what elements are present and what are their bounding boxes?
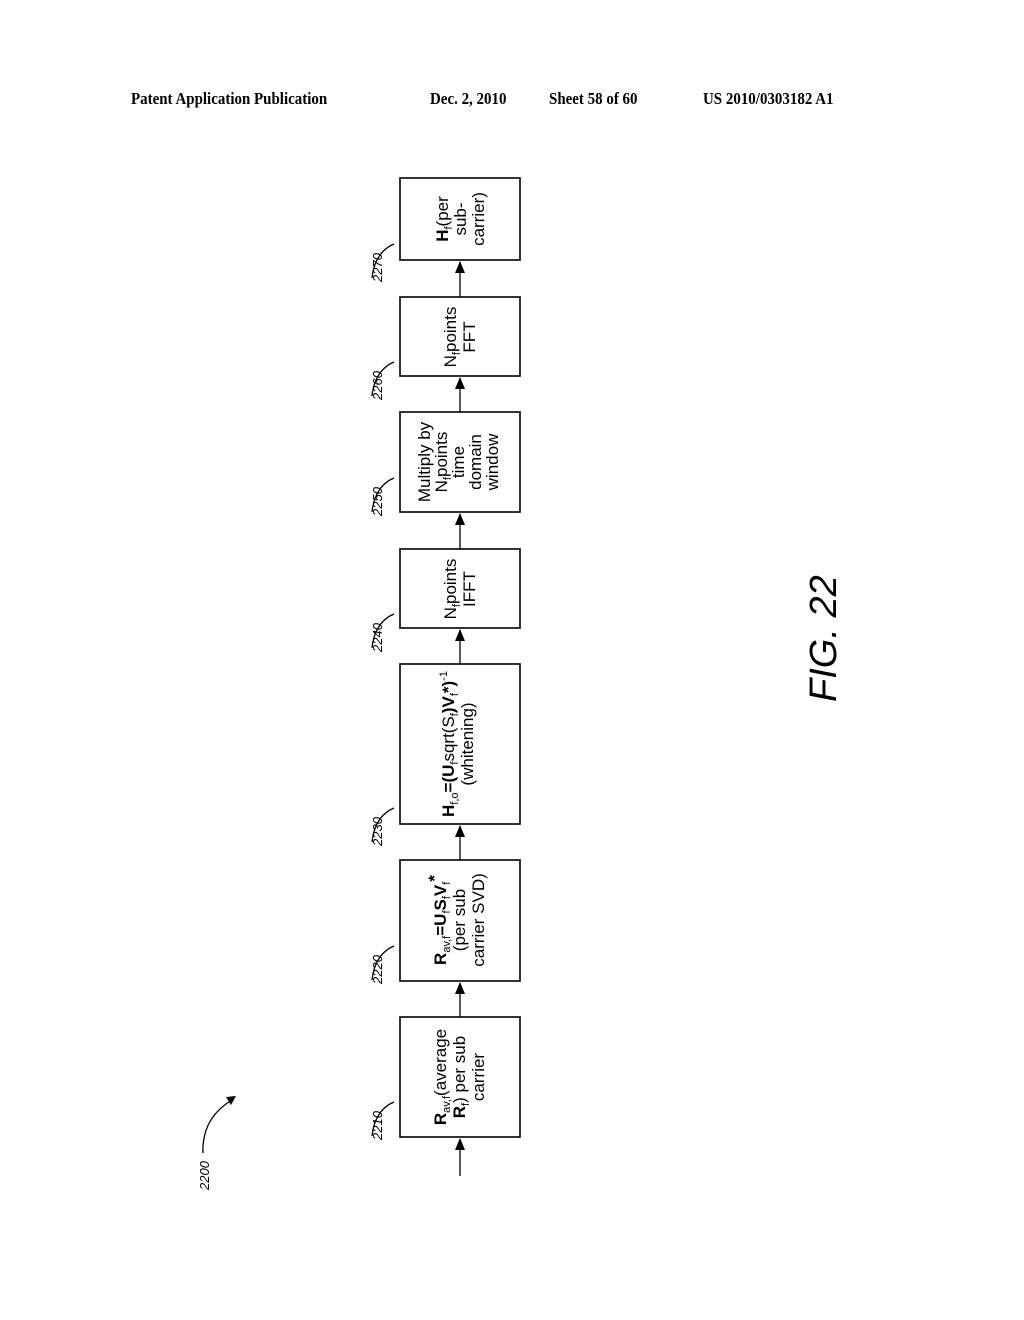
ref-2240: 2240 <box>370 622 385 653</box>
svg-text:FFT: FFT <box>460 321 479 352</box>
ref-2250: 2250 <box>370 486 385 517</box>
ref-2210: 2210 <box>370 1110 385 1141</box>
ref-2270: 2270 <box>370 252 385 283</box>
figure-ref-2200: 2200 <box>197 1096 236 1191</box>
block-2220: Rav,f=UfSfVf* (per sub carrier SVD) 2220 <box>370 859 521 985</box>
arrowhead <box>455 629 465 641</box>
block-2250: Multiply by Nfpoints time domain window … <box>370 411 521 517</box>
svg-text:(whitening): (whitening) <box>458 702 477 785</box>
block-2210: Rav,f(average Rf) per sub carrier 2210 <box>370 1016 521 1141</box>
arrowhead <box>455 1138 465 1150</box>
svg-text:IFFT: IFFT <box>460 571 479 607</box>
svg-text:sub-: sub- <box>451 202 470 235</box>
arrowhead <box>455 261 465 273</box>
arrowhead <box>455 377 465 389</box>
ref-2220: 2220 <box>370 954 385 985</box>
flow-diagram: Hf(per sub- carrier) 2270 Nfpoints FFT 2… <box>197 177 845 1191</box>
block-2230: Hf,o=(Ufsqrt(Sf)Vf*)-1 (whitening) 2230 <box>370 663 521 847</box>
svg-text:carrier): carrier) <box>469 192 488 246</box>
block-2270: Hf(per sub- carrier) 2270 <box>370 177 521 283</box>
svg-text:(per sub: (per sub <box>450 889 469 951</box>
figure-label: FIG. 22 <box>803 575 845 702</box>
svg-text:carrier: carrier <box>469 1053 488 1102</box>
block-2260: Nfpoints FFT 2260 <box>370 296 521 401</box>
ref-2200: 2200 <box>197 1160 212 1191</box>
svg-text:window: window <box>483 433 502 491</box>
svg-text:carrier SVD): carrier SVD) <box>469 873 488 967</box>
curved-arrow <box>202 1099 233 1154</box>
arrowhead <box>455 825 465 837</box>
ref-2230: 2230 <box>370 816 385 847</box>
arrowhead <box>455 982 465 994</box>
block-2240: Nfpoints IFFT 2240 <box>370 548 521 653</box>
ref-2260: 2260 <box>370 370 385 401</box>
arrowhead <box>455 513 465 525</box>
